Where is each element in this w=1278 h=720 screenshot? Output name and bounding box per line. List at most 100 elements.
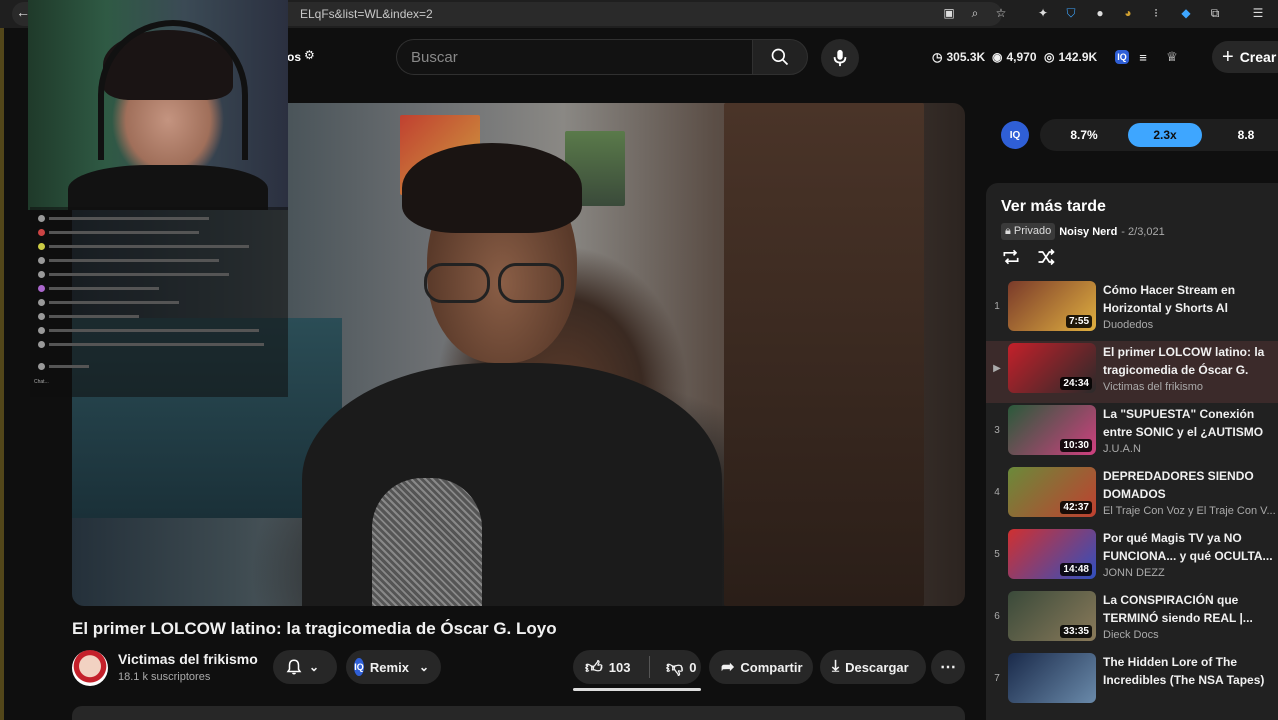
playlist-item-title[interactable]: DEPREDADORES SIENDO DOMADOS — [1103, 467, 1278, 503]
speed-option[interactable]: 8.7% — [1047, 123, 1121, 147]
video-duration: 24:34 — [1060, 377, 1092, 390]
iq-extension-button[interactable]: IQ — [1113, 48, 1131, 66]
lock-icon: 🔒︎ — [1005, 225, 1011, 237]
video-duration: 7:55 — [1065, 315, 1092, 328]
cast-icon[interactable]: ▣ — [941, 5, 957, 21]
iq-icon: IQ — [354, 658, 364, 676]
subscriber-count: 18.1 k suscriptores — [118, 671, 211, 683]
stream-chat: Chat... — [30, 207, 288, 397]
playlist-item-title[interactable]: The Hidden Lore of The Incredibles (The … — [1103, 653, 1278, 689]
description-box[interactable] — [72, 706, 965, 720]
playlist-item-channel[interactable]: El Traje Con Voz y El Traje Con V... — [1103, 505, 1278, 517]
clock-icon: ◷ — [932, 50, 943, 64]
voice-search-button[interactable] — [821, 39, 859, 77]
playlist-item[interactable]: 1 7:55 Cómo Hacer Stream en Horizontal y S… — [986, 279, 1278, 341]
playlist-item-thumbnail[interactable]: 14:48 — [1008, 529, 1096, 579]
playlist-item-thumbnail[interactable]: 33:35 — [1008, 591, 1096, 641]
divider — [649, 656, 650, 678]
chat-message — [38, 361, 278, 371]
playlist-item[interactable]: 5 14:48 Por qué Magis TV ya NO FUNCIONA...… — [986, 527, 1278, 589]
iq-circle-button[interactable]: IQ — [1001, 121, 1029, 149]
sliders-icon[interactable]: ⚙ — [304, 48, 315, 62]
playlist-item-thumbnail[interactable]: 7:55 — [1008, 281, 1096, 331]
chat-message — [38, 241, 278, 251]
speed-option[interactable]: 8.8 — [1209, 123, 1278, 147]
chat-message — [38, 297, 278, 307]
extension-arrow-icon[interactable]: ◆ — [1178, 5, 1194, 21]
extension-icon[interactable]: ✦ — [1035, 5, 1051, 21]
playlist-item-channel[interactable]: Victimas del frikismo — [1103, 381, 1278, 393]
iq-icon: IQ — [1115, 50, 1129, 64]
playlist-item[interactable]: 4 42:37 DEPREDADORES SIENDO DOMADOS El Traj… — [986, 465, 1278, 527]
chat-message — [38, 283, 278, 293]
playlist-item-index: 1 — [994, 301, 1000, 312]
channel-name[interactable]: Victimas del frikismo — [118, 651, 258, 667]
playlist-item-channel[interactable]: JONN DEZZ — [1103, 567, 1278, 579]
playlist-owner[interactable]: Noisy Nerd — [1059, 226, 1117, 238]
chat-message — [38, 227, 278, 237]
extension-dots-icon[interactable]: ⁝ — [1148, 5, 1164, 21]
thumbs-up-icon: 👍︎ — [585, 657, 603, 677]
playlist-item-index: 4 — [994, 487, 1000, 498]
extensions-puzzle-icon[interactable]: ⧉ — [1207, 5, 1223, 21]
like-button[interactable]: 👍︎ 103 — [573, 657, 643, 678]
playlist-item-active[interactable]: ▶ 24:34 El primer LOLCOW latino: la tragic… — [986, 341, 1278, 403]
loop-button[interactable] — [1000, 246, 1022, 268]
playlist-item-thumbnail[interactable]: 42:37 — [1008, 467, 1096, 517]
share-button[interactable]: ➦ Compartir — [709, 650, 813, 684]
playlist-item-title[interactable]: La "SUPUESTA" Conexión entre SONIC y el … — [1103, 405, 1278, 441]
search-button[interactable] — [752, 39, 808, 75]
playlist-item-index: 7 — [994, 673, 1000, 684]
speed-option-active[interactable]: 2.3x — [1128, 123, 1202, 147]
playlist-item-thumbnail[interactable]: 24:34 — [1008, 343, 1096, 393]
channel-avatar[interactable] — [72, 650, 108, 686]
create-button[interactable]: + Crear — [1212, 41, 1278, 73]
streamer-webcam — [28, 0, 288, 210]
zoom-icon[interactable]: ⌕ — [967, 5, 983, 21]
playlist-item-title[interactable]: Cómo Hacer Stream en Horizontal y Shorts… — [1103, 281, 1278, 317]
playlist-item-thumbnail[interactable]: 10:30 — [1008, 405, 1096, 455]
playlist-title[interactable]: Ver más tarde — [1001, 198, 1106, 216]
chevron-down-icon: ⌄ — [309, 660, 320, 674]
download-button[interactable]: ⤓ Descargar — [820, 650, 926, 684]
left-edge-decoration — [0, 28, 4, 720]
playlist-item-index: 3 — [994, 425, 1000, 436]
stat-impressions: ◎ 142.9K — [1044, 50, 1098, 64]
chat-input[interactable]: Chat... — [34, 379, 284, 391]
playlist-item-index: ▶ — [993, 363, 1001, 374]
bookmark-star-icon[interactable]: ☆ — [993, 5, 1009, 21]
chat-message — [38, 269, 278, 279]
video-duration: 14:48 — [1060, 563, 1092, 576]
menu-icon[interactable]: ☰ — [1250, 5, 1266, 21]
playlist-item-channel[interactable]: J.U.A.N — [1103, 443, 1278, 455]
shield-icon[interactable]: ⛉ — [1063, 5, 1079, 21]
playlist-item-title[interactable]: La CONSPIRACIÓN que TERMINÓ siendo REAL … — [1103, 591, 1278, 627]
extension-color-icon[interactable]: ◕ — [1120, 5, 1136, 21]
remix-button[interactable]: IQ Remix ⌄ — [346, 650, 441, 684]
video-duration: 10:30 — [1060, 439, 1092, 452]
filters-label[interactable]: os — [287, 50, 301, 64]
extension-drop-icon[interactable]: ● — [1092, 5, 1108, 21]
playlist-item-index: 5 — [994, 549, 1000, 560]
chat-message — [38, 311, 278, 321]
dislike-button[interactable]: 👎︎ 0 — [656, 657, 697, 678]
shuffle-button[interactable] — [1035, 246, 1057, 268]
like-ratio-bar — [573, 688, 701, 691]
playlist-item-thumbnail[interactable] — [1008, 653, 1096, 703]
headset — [98, 20, 248, 160]
playlist-item-title[interactable]: El primer LOLCOW latino: la tragicomedia… — [1103, 343, 1278, 379]
more-actions-button[interactable]: ⋯ — [931, 650, 965, 684]
search-input[interactable]: Buscar — [396, 39, 752, 75]
playlist-item[interactable]: 6 33:35 La CONSPIRACIÓN que TERMINÓ siendo… — [986, 589, 1278, 651]
trophy-icon[interactable]: ♕ — [1163, 48, 1181, 66]
playlist-item-title[interactable]: Por qué Magis TV ya NO FUNCIONA... y qué… — [1103, 529, 1278, 565]
video-duration: 42:37 — [1060, 501, 1092, 514]
queue-icon[interactable]: ≡ — [1134, 48, 1152, 66]
chevron-down-icon: ⌄ — [418, 660, 429, 674]
playlist-item[interactable]: 7 The Hidden Lore of The Incredibles (The… — [986, 651, 1278, 713]
playlist-item-channel[interactable]: Dieck Docs — [1103, 629, 1278, 641]
playlist-item-channel[interactable]: Duodedos — [1103, 319, 1278, 331]
subscription-bell-button[interactable]: ⌄ — [273, 650, 337, 684]
playlist-item[interactable]: 3 10:30 La "SUPUESTA" Conexión entre SONIC… — [986, 403, 1278, 465]
playlist-meta: 🔒︎ Privado Noisy Nerd - 2/3,021 — [1001, 223, 1165, 240]
